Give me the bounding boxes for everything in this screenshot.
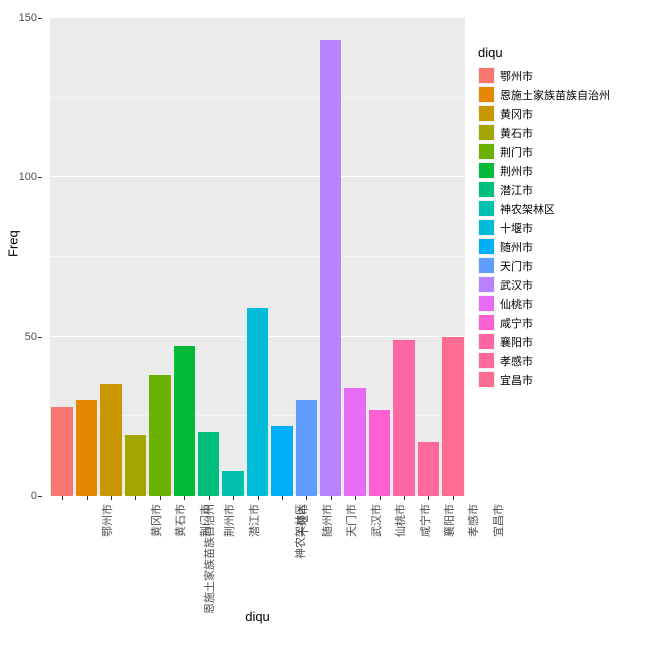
legend-label: 仙桃市 (500, 296, 533, 312)
x-tick-label: 武汉市 (368, 504, 384, 537)
legend-title: diqu (478, 45, 653, 60)
legend-swatch (478, 276, 495, 293)
y-tick-label: 50 (25, 331, 37, 343)
x-tick-label: 荆门市 (197, 504, 213, 537)
legend-label: 神农架林区 (500, 201, 555, 217)
plot-area (50, 18, 465, 496)
x-tick-label: 咸宁市 (417, 504, 433, 537)
bar (198, 432, 219, 496)
legend-label: 孝感市 (500, 353, 533, 369)
legend-swatch (478, 352, 495, 369)
legend-label: 黄石市 (500, 125, 533, 141)
legend-item: 黄冈市 (478, 104, 653, 123)
bar (76, 400, 97, 496)
x-tick-label: 宜昌市 (490, 504, 506, 537)
bar (174, 346, 195, 496)
legend-swatch (478, 257, 495, 274)
legend-item: 十堰市 (478, 218, 653, 237)
legend-item: 咸宁市 (478, 313, 653, 332)
legend-swatch (478, 219, 495, 236)
legend-item: 孝感市 (478, 351, 653, 370)
legend-swatch (478, 314, 495, 331)
legend-swatch (478, 162, 495, 179)
legend: diqu 鄂州市恩施土家族苗族自治州黄冈市黄石市荆门市荆州市潜江市神农架林区十堰… (478, 45, 653, 389)
legend-label: 十堰市 (500, 220, 533, 236)
chart-container: Freq 050100150 diqu 鄂州市恩施土家族苗族自治州黄冈市黄石市荆… (5, 5, 648, 648)
y-axis: 050100150 (5, 18, 45, 496)
legend-swatch (478, 86, 495, 103)
legend-item: 鄂州市 (478, 66, 653, 85)
bar (369, 410, 390, 496)
y-tick-label: 0 (31, 490, 37, 502)
legend-label: 咸宁市 (500, 315, 533, 331)
legend-item: 仙桃市 (478, 294, 653, 313)
legend-swatch (478, 333, 495, 350)
bar (344, 388, 365, 496)
legend-label: 襄阳市 (500, 334, 533, 350)
legend-swatch (478, 238, 495, 255)
legend-item: 荆州市 (478, 161, 653, 180)
y-tick-label: 100 (19, 171, 37, 183)
y-tick-label: 150 (19, 12, 37, 24)
bar (222, 471, 243, 496)
x-tick-label: 襄阳市 (441, 504, 457, 537)
bar (418, 442, 439, 496)
bar (296, 400, 317, 496)
legend-swatch (478, 295, 495, 312)
legend-label: 武汉市 (500, 277, 533, 293)
x-tick-label: 荆州市 (221, 504, 237, 537)
legend-swatch (478, 200, 495, 217)
bar (149, 375, 170, 496)
x-tick-label: 随州市 (319, 504, 335, 537)
x-tick-label: 天门市 (343, 504, 359, 537)
legend-item: 天门市 (478, 256, 653, 275)
x-tick-label: 仙桃市 (392, 504, 408, 537)
legend-label: 荆门市 (500, 144, 533, 160)
legend-item: 恩施土家族苗族自治州 (478, 85, 653, 104)
legend-label: 宜昌市 (500, 372, 533, 388)
bar (125, 435, 146, 496)
legend-item: 襄阳市 (478, 332, 653, 351)
x-tick-label: 潜江市 (246, 504, 262, 537)
legend-swatch (478, 181, 495, 198)
bar (51, 407, 72, 496)
legend-swatch (478, 371, 495, 388)
x-tick-label: 黄冈市 (148, 504, 164, 537)
bar (247, 308, 268, 496)
legend-item: 随州市 (478, 237, 653, 256)
x-axis-label: diqu (245, 609, 270, 624)
legend-label: 潜江市 (500, 182, 533, 198)
legend-swatch (478, 67, 495, 84)
legend-label: 随州市 (500, 239, 533, 255)
bar (271, 426, 292, 496)
x-tick-label: 十堰市 (295, 504, 311, 537)
legend-swatch (478, 143, 495, 160)
x-tick-label: 黄石市 (172, 504, 188, 537)
legend-label: 荆州市 (500, 163, 533, 179)
bar (393, 340, 414, 496)
legend-label: 天门市 (500, 258, 533, 274)
legend-label: 鄂州市 (500, 68, 533, 84)
legend-item: 潜江市 (478, 180, 653, 199)
legend-label: 恩施土家族苗族自治州 (500, 87, 610, 103)
legend-item: 黄石市 (478, 123, 653, 142)
legend-item: 神农架林区 (478, 199, 653, 218)
x-axis: diqu 鄂州市恩施土家族苗族自治州黄冈市黄石市荆门市荆州市潜江市神农架林区十堰… (50, 496, 465, 626)
bar (100, 384, 121, 496)
legend-item: 宜昌市 (478, 370, 653, 389)
bar (442, 337, 463, 496)
legend-item: 荆门市 (478, 142, 653, 161)
bar (320, 40, 341, 496)
x-tick-label: 孝感市 (465, 504, 481, 537)
legend-label: 黄冈市 (500, 106, 533, 122)
x-tick-label: 鄂州市 (99, 504, 115, 537)
legend-swatch (478, 124, 495, 141)
legend-item: 武汉市 (478, 275, 653, 294)
legend-swatch (478, 105, 495, 122)
